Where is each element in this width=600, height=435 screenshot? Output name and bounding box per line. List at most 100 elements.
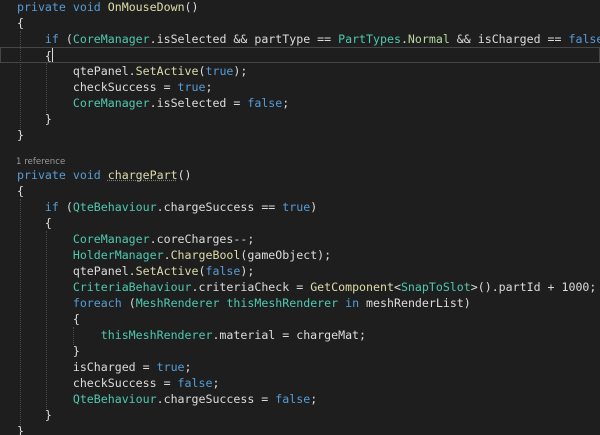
code-token: .chargeSuccess == bbox=[156, 200, 283, 214]
code-token: . bbox=[400, 32, 408, 46]
code-token: { bbox=[17, 184, 24, 198]
code-token: { bbox=[17, 49, 52, 63]
code-line[interactable]: checkSuccess = false; bbox=[0, 375, 220, 391]
code-token: () bbox=[184, 0, 199, 14]
code-token: GetComponent bbox=[310, 280, 394, 294]
code-token: ; bbox=[310, 392, 318, 406]
code-token: ; bbox=[212, 376, 220, 390]
code-token: foreach bbox=[72, 296, 122, 310]
code-line[interactable]: thisMeshRenderer.material = chargeMat; bbox=[0, 327, 366, 343]
code-token: false bbox=[177, 376, 213, 390]
code-line[interactable]: { bbox=[0, 311, 80, 327]
code-token: if bbox=[44, 200, 59, 214]
code-token: CoreManager bbox=[72, 32, 150, 46]
code-line[interactable]: } bbox=[0, 407, 52, 423]
code-line[interactable]: CoreManager.coreCharges--; bbox=[0, 231, 254, 247]
code-token: < bbox=[393, 280, 401, 294]
code-token: && isCharged == bbox=[449, 32, 569, 46]
code-line[interactable]: { bbox=[0, 215, 52, 231]
code-token: private bbox=[17, 0, 66, 14]
indent-guide bbox=[20, 199, 21, 425]
code-line[interactable]: isCharged = true; bbox=[0, 359, 192, 375]
code-line[interactable]: } bbox=[0, 343, 80, 359]
code-editor[interactable]: private void OnMouseDown(){ if (CoreMana… bbox=[0, 0, 600, 435]
code-token: .material = chargeMat; bbox=[212, 328, 367, 342]
code-token: ; bbox=[205, 80, 213, 94]
code-line[interactable]: foreach (MeshRenderer thisMeshRenderer i… bbox=[0, 295, 471, 311]
code-line[interactable]: if (QteBehaviour.chargeSuccess == true) bbox=[0, 199, 317, 215]
code-line[interactable]: checkSuccess = true; bbox=[0, 79, 213, 95]
code-line[interactable]: CoreManager.isSelected = false; bbox=[0, 95, 289, 111]
code-token: { bbox=[17, 312, 80, 326]
code-token: qtePanel. bbox=[17, 64, 136, 78]
code-token: } bbox=[17, 424, 24, 435]
indent-guide bbox=[46, 231, 48, 409]
code-token: in bbox=[345, 296, 360, 310]
code-token: false bbox=[247, 96, 283, 110]
code-line[interactable]: private void OnMouseDown() bbox=[0, 0, 199, 15]
code-token: true bbox=[177, 80, 206, 94]
code-token: ( bbox=[58, 200, 73, 214]
indent-guide bbox=[46, 63, 48, 113]
code-token: meshRenderList) bbox=[359, 296, 471, 310]
code-token: .chargeSuccess = bbox=[156, 392, 276, 406]
code-token: SetActive bbox=[135, 264, 199, 278]
code-token: .criteriaCheck = bbox=[191, 280, 311, 294]
code-token: true bbox=[205, 64, 234, 78]
code-line[interactable]: HolderManager.ChargeBool(gameObject); bbox=[0, 247, 331, 263]
code-token: } bbox=[17, 112, 52, 126]
indent-guide bbox=[20, 31, 21, 129]
code-token: ); bbox=[233, 64, 248, 78]
code-token: () bbox=[177, 168, 192, 182]
code-line[interactable]: { bbox=[0, 183, 24, 199]
code-token: SetActive bbox=[135, 64, 199, 78]
code-line[interactable]: if (CoreManager.isSelected && partType =… bbox=[0, 31, 600, 47]
code-line[interactable]: CriteriaBehaviour.criteriaCheck = GetCom… bbox=[0, 279, 597, 295]
code-token: thisMeshRenderer bbox=[100, 328, 213, 342]
code-token: .isSelected && partType == bbox=[149, 32, 339, 46]
code-token: ; bbox=[184, 360, 192, 374]
code-line[interactable]: { bbox=[0, 15, 24, 31]
code-line[interactable]: qtePanel.SetActive(false); bbox=[0, 263, 255, 279]
code-line[interactable]: qtePanel.SetActive(true); bbox=[0, 63, 248, 79]
code-token: false bbox=[205, 264, 241, 278]
code-line[interactable]: { bbox=[0, 47, 600, 63]
code-token: OnMouseDown bbox=[107, 0, 185, 14]
code-line[interactable]: } bbox=[0, 111, 52, 127]
code-token: true bbox=[156, 360, 185, 374]
code-token: false bbox=[568, 32, 600, 46]
code-token: ( bbox=[58, 32, 73, 46]
code-token: CoreManager bbox=[72, 232, 150, 246]
code-token: . bbox=[163, 248, 171, 262]
code-token: } bbox=[17, 408, 52, 422]
code-token: { bbox=[17, 216, 52, 230]
code-line[interactable]: private void chargePart() bbox=[0, 167, 192, 183]
codelens-references[interactable]: 1 reference bbox=[16, 156, 65, 168]
code-token: CriteriaBehaviour bbox=[72, 280, 192, 294]
text-caret bbox=[51, 48, 53, 62]
code-token: Normal bbox=[407, 32, 450, 46]
indent-guide bbox=[72, 327, 74, 345]
code-token: HolderManager bbox=[72, 248, 164, 262]
code-token: ) bbox=[310, 200, 318, 214]
code-token: void bbox=[72, 0, 101, 14]
code-token: } bbox=[17, 128, 24, 142]
code-token: false bbox=[275, 392, 311, 406]
code-token: .isSelected = bbox=[149, 96, 248, 110]
code-token: >().partId + 1000; bbox=[470, 280, 597, 294]
code-line[interactable]: QteBehaviour.chargeSuccess = false; bbox=[0, 391, 317, 407]
code-token: chargePart bbox=[107, 168, 178, 182]
code-token: MeshRenderer bbox=[135, 296, 220, 310]
code-token: private bbox=[17, 168, 66, 182]
code-token: true bbox=[282, 200, 311, 214]
code-line[interactable]: } bbox=[0, 127, 24, 143]
code-token: qtePanel. bbox=[17, 264, 136, 278]
code-token: isCharged = bbox=[17, 360, 157, 374]
